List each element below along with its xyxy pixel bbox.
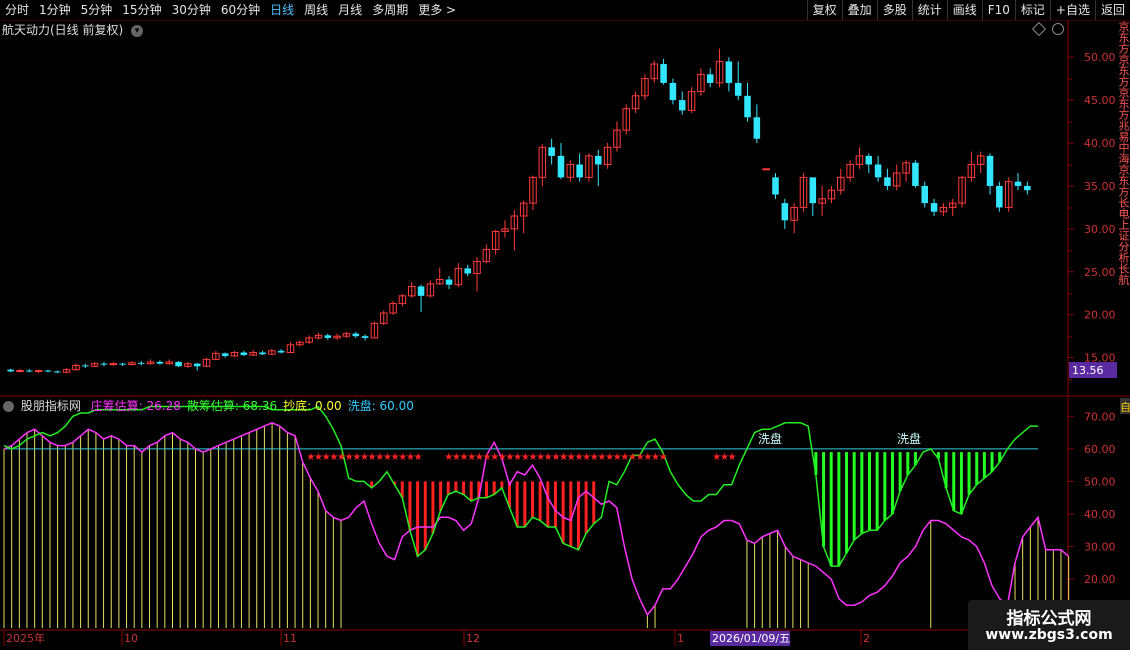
indicator-value-0: 庄筹估算: 26.28: [90, 399, 181, 413]
indicator-value-2: 抄底: 0.00: [283, 399, 342, 413]
watermark-line1: 指标公式网: [1006, 609, 1092, 629]
candle-body: [156, 361, 164, 364]
price-tick-label: 25.00: [1084, 266, 1116, 279]
candle-body: [221, 353, 229, 356]
candle-body: [734, 82, 742, 96]
candle-body: [240, 352, 248, 356]
candle-body: [548, 147, 555, 156]
candle-body: [109, 363, 118, 366]
candle-body: [26, 370, 33, 372]
candle-body: [54, 371, 61, 373]
wash-label: 洗盘: [758, 431, 782, 446]
candle-body: [996, 185, 1003, 208]
star-marker: ★: [728, 452, 737, 463]
price-tick-label: 40.00: [1084, 137, 1116, 150]
watermark-logo: 指标公式网 www.zbgs3.com: [968, 600, 1130, 650]
candle-body: [744, 95, 751, 118]
retail-chip-line: [3, 405, 1038, 567]
candle-body: [753, 117, 761, 139]
candle-body: [986, 155, 994, 186]
time-label: 2025年: [6, 631, 45, 645]
chart-canvas[interactable]: 50.0045.0040.0035.0030.0025.0020.0015.00…: [0, 0, 1130, 650]
star-marker: ★: [414, 452, 423, 463]
indicator-value-3: 洗盘: 60.00: [347, 399, 414, 413]
candle-body: [44, 370, 52, 372]
time-label: 1: [677, 632, 684, 645]
candle-body: [361, 336, 369, 338]
current-price-label: 13.56: [1072, 364, 1104, 377]
price-tick-label: 50.00: [1084, 51, 1116, 64]
ind-tick-label: 20.00: [1084, 573, 1116, 586]
candle-body: [557, 155, 565, 178]
side-stock-strip[interactable]: 京东方京东方京东方兆易中海京东方长电上证分析长航: [1116, 21, 1130, 391]
price-tick-label: 30.00: [1084, 223, 1116, 236]
candle-body: [930, 203, 938, 212]
candle-body: [576, 164, 583, 178]
star-marker: ★: [659, 452, 668, 463]
time-label: 12: [466, 632, 480, 645]
candle-body: [82, 365, 89, 367]
right-tag-label: 自: [1120, 401, 1130, 414]
indicator-name: 股朋指标网: [20, 399, 81, 413]
candle-body: [7, 369, 14, 372]
candle-body: [352, 333, 360, 337]
candle-body: [137, 362, 145, 364]
candle-body: [1024, 185, 1031, 191]
candle-body: [16, 370, 24, 373]
candle-body: [417, 286, 425, 296]
candle-body: [277, 350, 285, 353]
time-label: 10: [124, 632, 138, 645]
indicator-value-1: 散筹估算: 68.36: [186, 399, 278, 413]
price-tick-label: 20.00: [1084, 309, 1116, 322]
time-label: 2: [863, 632, 870, 645]
candle-body: [464, 268, 471, 274]
indicator-title-bar: 股朋指标网 庄筹估算: 26.28 散筹估算: 68.36 抄底: 0.00 洗盘: …: [0, 398, 414, 414]
price-tick-label: 35.00: [1084, 180, 1116, 193]
candle-body: [660, 64, 667, 83]
ind-tick-label: 30.00: [1084, 541, 1116, 554]
candle-body: [921, 185, 929, 204]
candle-body: [1014, 181, 1022, 186]
candle-body: [781, 203, 789, 221]
candle-body: [865, 155, 873, 165]
candle-body: [193, 363, 201, 367]
candle-body: [100, 363, 108, 365]
candle-body: [678, 100, 686, 111]
price-tick-label: 45.00: [1084, 94, 1116, 107]
wash-label: 洗盘: [897, 431, 921, 446]
candle-body: [34, 370, 43, 373]
ind-tick-label: 70.00: [1084, 410, 1116, 423]
candle-body: [669, 82, 677, 101]
candle-body: [912, 162, 919, 186]
candle-body: [175, 361, 182, 367]
ind-tick-label: 40.00: [1084, 508, 1116, 521]
watermark-line2: www.zbgs3.com: [985, 627, 1113, 643]
candle-body: [445, 279, 453, 285]
candle-body: [595, 155, 602, 165]
candle-body: [809, 177, 817, 204]
candle-body: [874, 164, 882, 178]
ind-tick-label: 60.00: [1084, 443, 1116, 456]
candle-body: [772, 177, 779, 195]
cursor-date-label: 2026/01/09/五: [712, 632, 790, 645]
candle-body: [119, 363, 126, 365]
time-label: 11: [283, 632, 297, 645]
ind-tick-label: 50.00: [1084, 475, 1116, 488]
candle-body: [324, 335, 332, 338]
candle-body: [884, 177, 891, 186]
candle-body: [706, 74, 714, 83]
candle-body: [762, 168, 770, 171]
candle-body: [725, 61, 733, 83]
indicator-menu-icon[interactable]: [3, 401, 14, 412]
candle-body: [259, 352, 266, 355]
